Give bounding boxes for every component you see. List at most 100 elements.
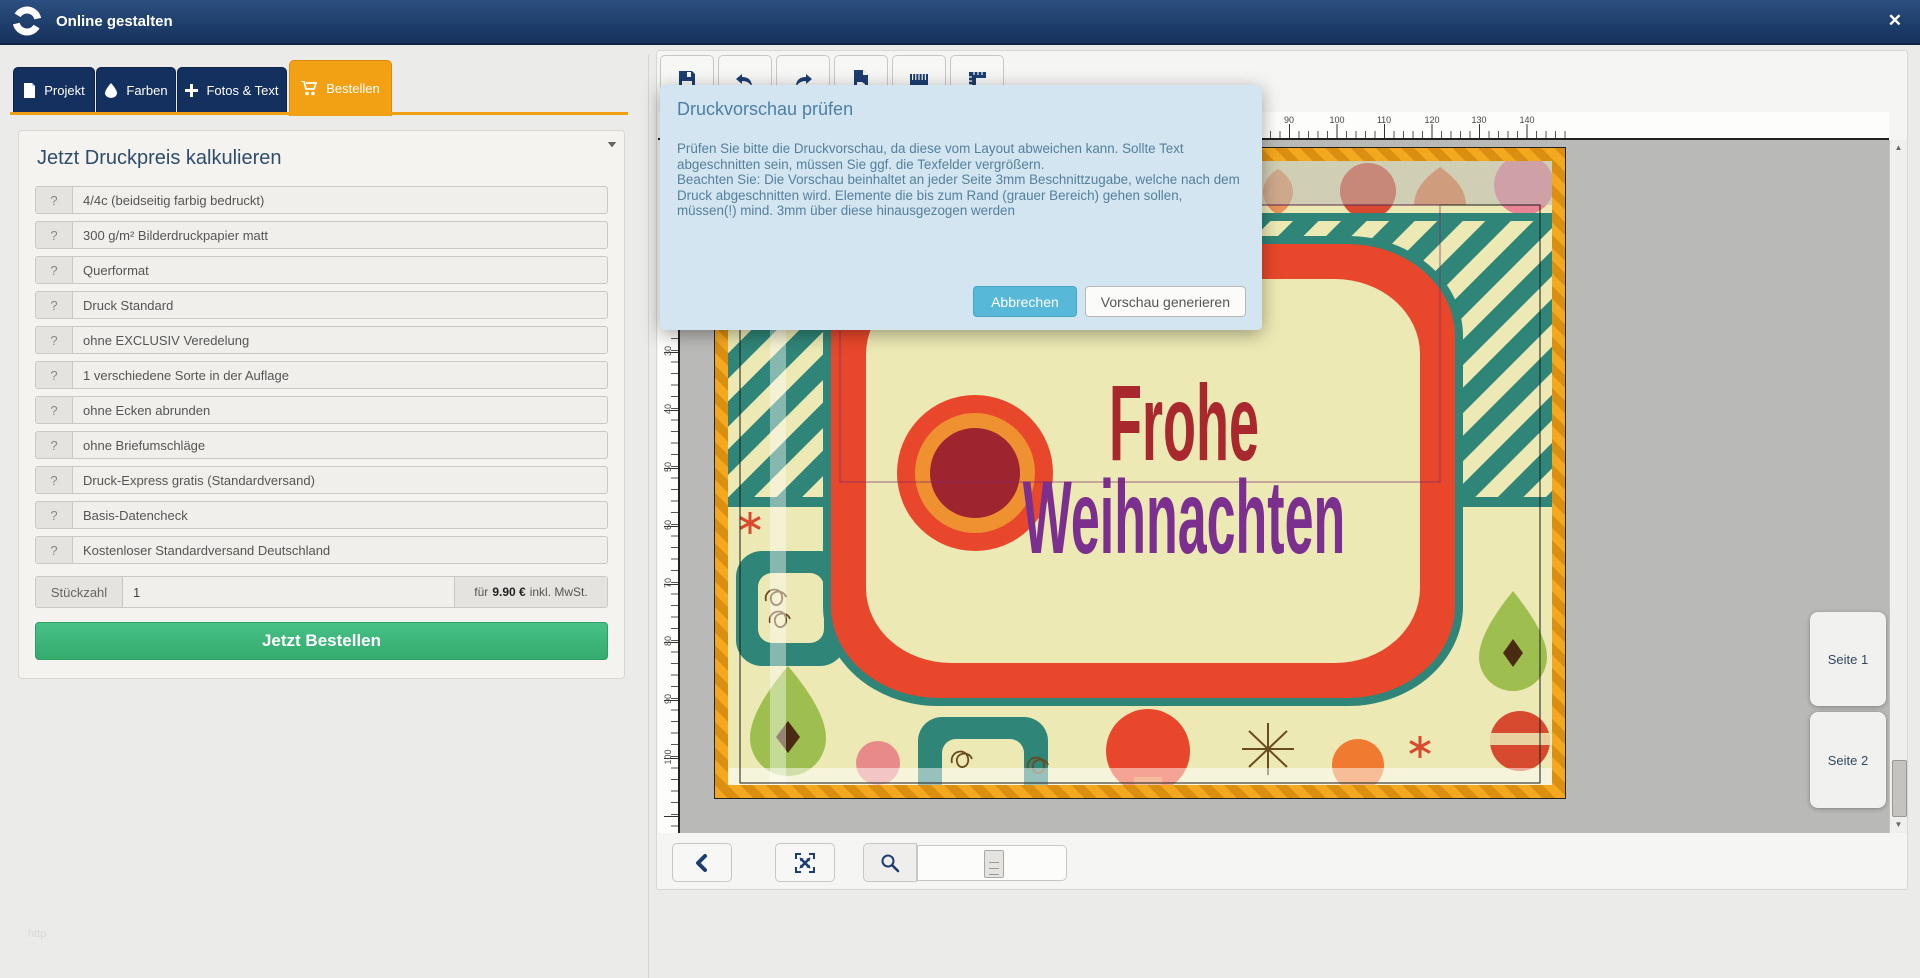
help-button[interactable]: ? (36, 257, 73, 283)
help-button[interactable]: ? (36, 537, 73, 563)
zoom-icon (880, 853, 900, 873)
cart-icon (301, 81, 318, 96)
zoom-slider[interactable] (917, 845, 1067, 881)
ruler-label: 40 (663, 396, 673, 422)
ruler-label: 30 (663, 338, 673, 364)
ruler-label: 90 (1284, 115, 1294, 125)
option-datacheck-select[interactable]: ? Basis-Datencheck (35, 501, 608, 529)
back-button[interactable] (672, 843, 732, 882)
tab-label: Projekt (44, 83, 84, 98)
price-display: für 9.90 € inkl. MwSt. (454, 577, 607, 607)
canvas-scrollbar[interactable]: ▲ ▼ (1889, 140, 1907, 833)
option-express-select[interactable]: ? Druck-Express gratis (Standardversand) (35, 466, 608, 494)
help-button[interactable]: ? (36, 187, 73, 213)
page-label: Seite 1 (1828, 652, 1868, 667)
select-value: 300 g/m² Bilderdruckpapier matt (73, 222, 607, 248)
tabs-underline (10, 112, 628, 115)
ruler-label: 70 (663, 570, 673, 596)
page-label: Seite 2 (1828, 753, 1868, 768)
form-title: Jetzt Druckpreis kalkulieren (37, 147, 608, 170)
ruler-label: 110 (1377, 115, 1391, 125)
generate-preview-button[interactable]: Vorschau generieren (1085, 286, 1246, 317)
plus-icon (185, 84, 198, 97)
price-calculator-panel: Jetzt Druckpreis kalkulieren ? 4/4c (bei… (18, 130, 625, 679)
select-value: Kostenloser Standardversand Deutschland (73, 537, 607, 563)
scroll-up-icon[interactable]: ▲ (1890, 140, 1907, 156)
select-value: ohne EXCLUSIV Veredelung (73, 327, 607, 353)
select-value: Druck Standard (73, 292, 607, 318)
option-envelopes-select[interactable]: ? ohne Briefumschläge (35, 431, 608, 459)
dialog-buttons: Abbrechen Vorschau generieren (973, 286, 1246, 317)
app-title: Online gestalten (56, 13, 173, 30)
quantity-label: Stückzahl (36, 577, 123, 607)
dialog-body: Prüfen Sie bitte die Druckvorschau, da d… (677, 141, 1245, 219)
app-header: Online gestalten ✕ (0, 0, 1920, 45)
ruler-label: 100 (1329, 115, 1344, 125)
option-finish-select[interactable]: ? ohne EXCLUSIV Veredelung (35, 326, 608, 354)
help-button[interactable]: ? (36, 362, 73, 388)
order-now-button[interactable]: Jetzt Bestellen (35, 622, 608, 660)
price-value: 9.90 € (492, 585, 525, 599)
tab-fotos-text[interactable]: Fotos & Text (177, 67, 287, 113)
tab-bestellen[interactable]: Bestellen (289, 60, 392, 116)
select-value: Druck-Express gratis (Standardversand) (73, 467, 607, 493)
quantity-input[interactable] (123, 577, 454, 607)
document-icon (23, 83, 36, 98)
ruler-label: 80 (663, 628, 673, 654)
help-button[interactable]: ? (36, 432, 73, 458)
chevron-left-icon (693, 854, 711, 872)
design-text-line2: Weihnachten (1023, 461, 1346, 576)
select-value: ohne Briefumschläge (73, 432, 607, 458)
help-button[interactable]: ? (36, 327, 73, 353)
tab-farben[interactable]: Farben (96, 67, 176, 113)
ruler-label: 50 (663, 454, 673, 480)
paint-icon (104, 83, 118, 98)
close-icon[interactable]: ✕ (1888, 11, 1902, 31)
select-value: 1 verschiedene Sorte in der Auflage (73, 362, 607, 388)
option-sorts-select[interactable]: ? 1 verschiedene Sorte in der Auflage (35, 361, 608, 389)
footer-link: http (28, 928, 46, 940)
tab-projekt[interactable]: Projekt (13, 67, 95, 113)
quantity-row: Stückzahl für 9.90 € inkl. MwSt. (35, 576, 608, 608)
fit-screen-button[interactable] (775, 843, 835, 882)
select-value: Basis-Datencheck (73, 502, 607, 528)
help-button[interactable]: ? (36, 397, 73, 423)
tab-label: Bestellen (326, 81, 379, 96)
scroll-down-icon[interactable]: ▼ (1890, 817, 1907, 833)
fit-screen-icon (794, 852, 816, 874)
option-shipping-select[interactable]: ? Kostenloser Standardversand Deutschlan… (35, 536, 608, 564)
scrollbar-thumb[interactable] (1892, 760, 1907, 817)
option-format-select[interactable]: ? Querformat (35, 256, 608, 284)
page-thumb-seite-2[interactable]: Seite 2 (1810, 712, 1886, 808)
option-corners-select[interactable]: ? ohne Ecken abrunden (35, 396, 608, 424)
select-value: 4/4c (beidseitig farbig bedruckt) (73, 187, 607, 213)
select-value: ohne Ecken abrunden (73, 397, 607, 423)
help-button[interactable]: ? (36, 467, 73, 493)
help-button[interactable]: ? (36, 292, 73, 318)
help-button[interactable]: ? (36, 502, 73, 528)
page-thumb-seite-1[interactable]: Seite 1 (1810, 612, 1886, 706)
ruler-label: 90 (663, 686, 673, 712)
option-color-select[interactable]: ? 4/4c (beidseitig farbig bedruckt) (35, 186, 608, 214)
zoom-button[interactable] (863, 843, 917, 882)
cancel-button[interactable]: Abbrechen (973, 286, 1077, 317)
dialog-paragraph: Prüfen Sie bitte die Druckvorschau, da d… (677, 141, 1245, 172)
select-value: Querformat (73, 257, 607, 283)
ruler-label: 100 (663, 744, 673, 770)
online-gestalten-app: Online gestalten ✕ Projekt Farben Fotos … (0, 0, 1920, 978)
app-logo-icon (10, 4, 44, 38)
ruler-label: 140 (1519, 115, 1534, 125)
dialog-paragraph: Beachten Sie: Die Vorschau beinhaltet an… (677, 172, 1245, 219)
tab-label: Farben (126, 83, 167, 98)
ruler-label: 120 (1424, 115, 1439, 125)
tab-label: Fotos & Text (206, 83, 278, 98)
option-print-select[interactable]: ? Druck Standard (35, 291, 608, 319)
help-button[interactable]: ? (36, 222, 73, 248)
dialog-title: Druckvorschau prüfen (677, 99, 853, 120)
zoom-slider-handle[interactable] (984, 850, 1004, 878)
ruler-label: 60 (663, 512, 673, 538)
druckvorschau-dialog: Druckvorschau prüfen Prüfen Sie bitte di… (660, 85, 1262, 330)
panel-divider (648, 55, 649, 978)
option-paper-select[interactable]: ? 300 g/m² Bilderdruckpapier matt (35, 221, 608, 249)
ruler-label: 130 (1471, 115, 1486, 125)
